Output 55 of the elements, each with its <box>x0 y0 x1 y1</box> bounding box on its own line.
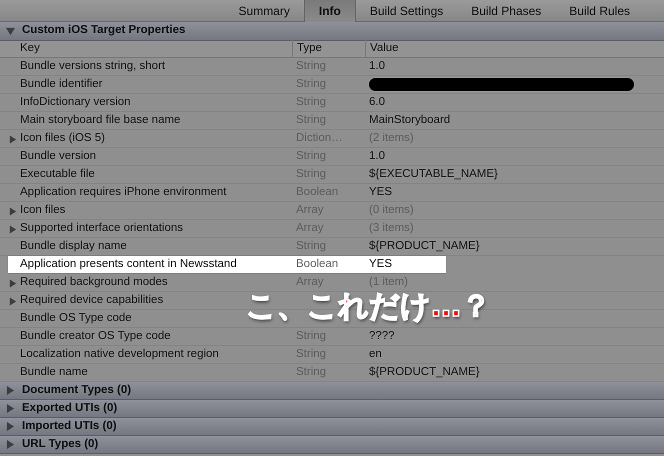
key-cell: InfoDictionary version <box>20 96 131 108</box>
key-cell: Bundle creator OS Type code <box>20 330 171 342</box>
key-cell: Application requires iPhone environment <box>20 186 226 198</box>
key-cell: Bundle version <box>20 150 96 162</box>
key-cell: Required device capabilities <box>20 294 164 306</box>
value-cell: YES <box>369 258 392 270</box>
key-cell: Bundle name <box>20 366 88 378</box>
section-title: Imported UTIs (0) <box>22 418 117 434</box>
value-cell: ${EXECUTABLE_NAME} <box>369 168 498 180</box>
key-cell: Bundle display name <box>20 240 127 252</box>
section-title: Exported UTIs (0) <box>22 400 118 416</box>
tab[interactable]: Build Settings <box>356 0 458 22</box>
key-cell: Icon files <box>20 204 66 216</box>
section-header[interactable]: Document Types (0) <box>0 382 664 400</box>
value-cell: 6.0 <box>369 96 385 108</box>
disclosure-triangle-icon[interactable] <box>9 297 17 306</box>
section-title: URL Types (0) <box>22 436 98 452</box>
section-header[interactable]: Imported UTIs (0) <box>0 418 664 436</box>
section-header[interactable]: Exported UTIs (0) <box>0 400 664 418</box>
value-cell: ${PRODUCT_NAME} <box>369 240 480 252</box>
tab[interactable]: Summary <box>224 0 304 22</box>
type-cell: Boolean <box>296 258 338 270</box>
key-cell: Required background modes <box>20 276 168 288</box>
section-header[interactable]: Custom iOS Target Properties <box>0 22 664 41</box>
tab[interactable]: Build Phases <box>457 0 556 22</box>
disclosure-triangle-icon[interactable] <box>9 279 17 288</box>
annotation-caption: こ、これだけ…？ <box>246 292 491 322</box>
value-cell: 1.0 <box>369 150 385 162</box>
key-cell: Main storyboard file base name <box>20 114 180 126</box>
value-cell: MainStoryboard <box>369 114 450 126</box>
disclosure-triangle-icon[interactable] <box>6 26 15 36</box>
key-cell: Supported interface orientations <box>20 222 184 234</box>
key-cell: Application presents content in Newsstand <box>20 258 237 270</box>
value-cell: YES <box>369 186 392 198</box>
disclosure-triangle-icon[interactable] <box>9 135 17 144</box>
value-cell: 1.0 <box>369 60 385 72</box>
value-cell: ???? <box>369 330 395 342</box>
column-header[interactable]: Value <box>370 42 399 54</box>
key-cell: Icon files (iOS 5) <box>20 132 105 144</box>
value-cell: ${PRODUCT_NAME} <box>369 366 480 378</box>
key-cell: Bundle versions string, short <box>20 60 166 72</box>
section-title: Custom iOS Target Properties <box>22 23 186 38</box>
key-cell: Bundle identifier <box>20 78 102 90</box>
key-cell: Executable file <box>20 168 95 180</box>
section-header[interactable]: URL Types (0) <box>0 436 664 454</box>
disclosure-triangle-icon[interactable] <box>9 225 17 234</box>
tab[interactable]: Info <box>304 0 356 22</box>
column-header[interactable]: Key <box>20 42 40 54</box>
tab[interactable]: Build Rules <box>555 0 644 22</box>
value-cell: en <box>369 348 382 360</box>
column-header[interactable]: Type <box>297 42 322 54</box>
disclosure-triangle-icon[interactable] <box>9 207 17 216</box>
key-cell: Bundle OS Type code <box>20 312 132 324</box>
key-cell: Localization native development region <box>20 348 219 360</box>
section-title: Document Types (0) <box>22 382 132 398</box>
